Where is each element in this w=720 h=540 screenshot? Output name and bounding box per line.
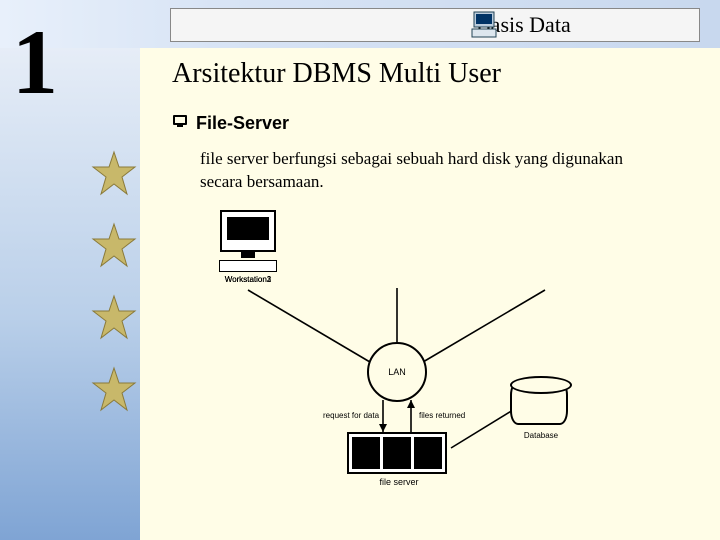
bullet-row: File-Server xyxy=(172,113,289,134)
sub-title: File-Server xyxy=(196,113,289,134)
star-icon xyxy=(90,150,138,198)
fileserver-label: file server xyxy=(347,477,451,487)
body-text: file server berfungsi sebagai sebuah har… xyxy=(200,148,660,194)
arrow-label-return: files returned xyxy=(419,411,465,420)
star-icon xyxy=(90,222,138,270)
database-node: Database xyxy=(510,381,572,440)
lan-label: LAN xyxy=(388,367,406,377)
star-icon xyxy=(90,366,138,414)
computer-icon xyxy=(470,10,500,45)
lan-node: LAN xyxy=(367,342,427,402)
workstation-node: Workstation3 xyxy=(205,210,291,284)
workstation-label: Workstation3 xyxy=(205,275,291,284)
chapter-number: 1 xyxy=(12,16,58,108)
header-bar: Basis Data xyxy=(170,8,700,42)
file-server-diagram: Workstation1 Workstation2 Workstation3 L… xyxy=(205,210,595,495)
star-icon xyxy=(90,294,138,342)
slide-title: Arsitektur DBMS Multi User xyxy=(172,58,501,90)
database-label: Database xyxy=(510,431,572,440)
monitor-bullet-icon xyxy=(172,114,188,133)
fileserver-node: file server xyxy=(347,432,451,487)
arrow-label-request: request for data xyxy=(323,411,379,420)
